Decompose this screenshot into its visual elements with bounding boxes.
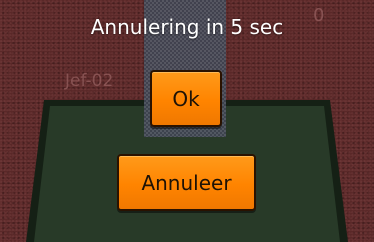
ok-button[interactable]: Ok: [150, 70, 222, 127]
opponent-name: Jef-02: [65, 71, 114, 91]
countdown-message: Annulering in 5 sec: [90, 15, 284, 39]
game-background: Jef-02 0 Annulering in 5 sec Ok Annuleer: [0, 0, 374, 242]
cancel-button-label: Annuleer: [141, 170, 232, 195]
cancel-button[interactable]: Annuleer: [117, 154, 256, 211]
ok-button-label: Ok: [172, 86, 200, 111]
